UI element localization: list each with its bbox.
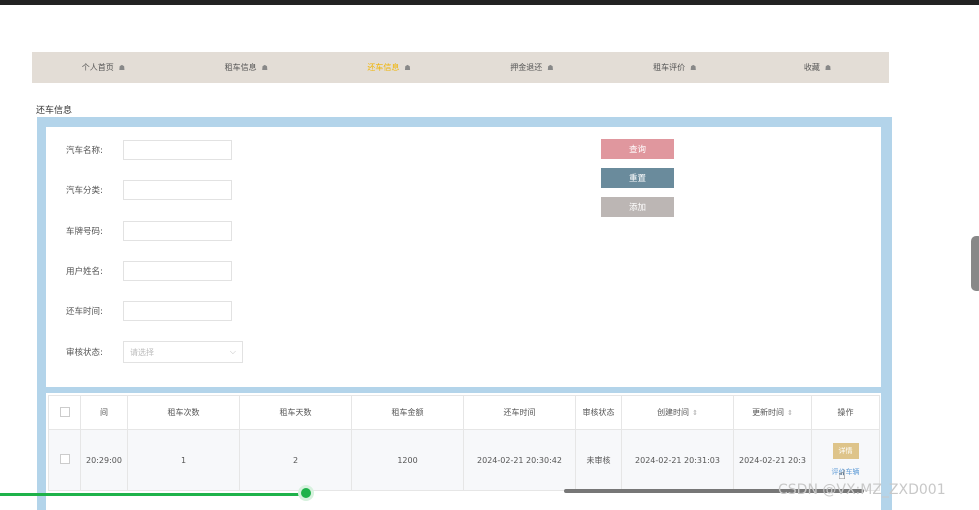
query-button[interactable]: 查询: [601, 139, 674, 159]
column-header: 审核状态: [575, 395, 622, 430]
video-progress-bar[interactable]: [0, 493, 310, 496]
car-category-label: 汽车分类:: [66, 186, 103, 196]
select-all-checkbox[interactable]: [48, 395, 81, 430]
user-name-label: 用户姓名:: [66, 267, 103, 277]
home-icon: ☗: [118, 64, 126, 72]
table-cell: 20:29:00: [80, 429, 128, 491]
row-checkbox-cell[interactable]: [48, 429, 81, 491]
column-header: 租车金额: [351, 395, 464, 430]
top-dark-bar: [0, 0, 979, 5]
column-header-created[interactable]: 创建时间 ⇕: [621, 395, 734, 430]
table-row: 20:29:00 1 2 1200 2024-02-21 20:30:42 未审…: [48, 429, 880, 491]
return-time-row: 还车时间:: [66, 300, 232, 322]
column-header: 操作: [811, 395, 880, 430]
table-cell: 1: [127, 429, 240, 491]
nav-item-label: 押金退还: [510, 63, 543, 72]
table-header-row: 间 租车次数 租车天数 租车金额 还车时间 审核状态 创建时间 ⇕ 更新时间 ⇕ 操…: [48, 395, 880, 430]
column-header: 还车时间: [463, 395, 576, 430]
car-name-row: 汽车名称:: [66, 139, 232, 161]
audit-select[interactable]: 请选择 ⌵: [123, 341, 243, 363]
nav-item-favorites[interactable]: 收藏 ☗: [746, 62, 889, 73]
home-icon: ☗: [404, 64, 411, 72]
row-checkbox[interactable]: [59, 454, 70, 464]
plate-input[interactable]: [123, 221, 232, 241]
top-nav: 个人首页 ☗ 租车信息 ☗ 还车信息 ☗ 押金退还 ☗ 租车评价 ☗ 收藏 ☗: [32, 52, 889, 83]
home-icon: ☗: [690, 64, 697, 72]
side-scroll-handle[interactable]: [971, 236, 979, 291]
chevron-down-icon: ⌵: [229, 347, 236, 356]
table-cell: 2: [239, 429, 352, 491]
car-category-input[interactable]: [123, 180, 232, 200]
audit-row: 审核状态: 请选择 ⌵: [66, 341, 243, 363]
audit-label: 审核状态:: [66, 348, 103, 358]
return-time-label: 还车时间:: [66, 307, 103, 317]
user-name-input[interactable]: [123, 261, 232, 281]
table-cell: 2024-02-21 20:31:03: [621, 429, 734, 491]
detail-button[interactable]: 详情: [832, 443, 859, 459]
hand-cursor-icon: ☝: [838, 468, 846, 483]
sort-icon[interactable]: ⇕: [787, 409, 793, 417]
table-cell: 1200: [351, 429, 464, 491]
column-header-updated[interactable]: 更新时间 ⇕: [733, 395, 812, 430]
nav-item-deposit-refund[interactable]: 押金退还 ☗: [460, 62, 603, 73]
nav-item-label: 个人首页: [81, 63, 114, 72]
return-time-input[interactable]: [123, 301, 232, 321]
car-name-input[interactable]: [123, 140, 232, 160]
plate-label: 车牌号码:: [66, 227, 103, 237]
nav-item-label: 租车信息: [224, 63, 257, 72]
search-form: 汽车名称: 汽车分类: 车牌号码: 用户姓名: 还车时间: 审核状态: 请选择 …: [46, 127, 881, 387]
column-header: 间: [80, 395, 128, 430]
home-icon: ☗: [547, 64, 554, 72]
page-title: 还车信息: [36, 106, 73, 116]
nav-item-label: 收藏: [803, 63, 820, 72]
video-progress-knob[interactable]: [298, 485, 314, 501]
nav-item-return-info[interactable]: 还车信息 ☗: [318, 62, 461, 73]
column-header-label: 创建时间: [657, 408, 690, 417]
nav-item-label: 还车信息: [367, 63, 400, 72]
nav-item-home[interactable]: 个人首页 ☗: [32, 62, 175, 73]
data-table: 间 租车次数 租车天数 租车金额 还车时间 审核状态 创建时间 ⇕ 更新时间 ⇕ 操…: [48, 395, 880, 491]
reset-button[interactable]: 重置: [601, 168, 674, 188]
table-cell: 2024-02-21 20:30:42: [463, 429, 576, 491]
column-header: 租车次数: [127, 395, 240, 430]
add-button[interactable]: 添加: [601, 197, 674, 217]
checkbox-box[interactable]: [59, 406, 70, 417]
user-name-row: 用户姓名:: [66, 260, 232, 282]
plate-row: 车牌号码:: [66, 220, 232, 242]
audit-select-placeholder: 请选择: [130, 347, 154, 357]
nav-item-rental-info[interactable]: 租车信息 ☗: [175, 62, 318, 73]
column-header: 租车天数: [239, 395, 352, 430]
nav-item-rental-review[interactable]: 租车评价 ☗: [603, 62, 746, 73]
sort-icon[interactable]: ⇕: [692, 409, 698, 417]
column-header-label: 更新时间: [752, 408, 785, 417]
home-icon: ☗: [261, 64, 268, 72]
car-category-row: 汽车分类:: [66, 179, 232, 201]
home-icon: ☗: [824, 64, 832, 72]
table-cell: 未审核: [575, 429, 622, 491]
watermark: CSDN @VX:MZ_ZXD001: [778, 482, 946, 498]
car-name-label: 汽车名称:: [66, 146, 103, 156]
nav-item-label: 租车评价: [653, 63, 686, 72]
